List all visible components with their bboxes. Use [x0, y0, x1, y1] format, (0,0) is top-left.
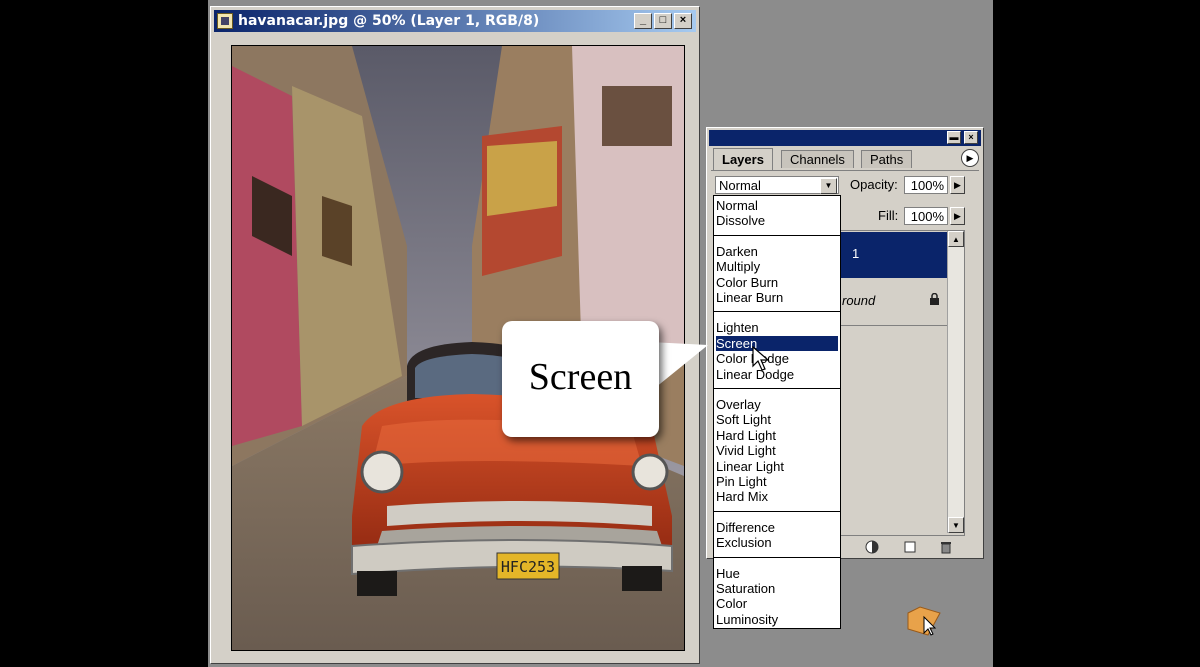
- folder-icon[interactable]: [906, 605, 942, 637]
- new-layer-icon[interactable]: [903, 540, 917, 554]
- blend-mode-option-hue[interactable]: Hue: [716, 566, 838, 581]
- blend-mode-option-overlay[interactable]: Overlay: [716, 397, 838, 412]
- menu-separator: [714, 388, 840, 389]
- opacity-label: Opacity:: [850, 177, 898, 192]
- document-title: havanacar.jpg @ 50% (Layer 1, RGB/8): [238, 13, 540, 29]
- opacity-field[interactable]: 100%: [904, 176, 948, 194]
- chevron-down-icon[interactable]: ▼: [820, 178, 837, 194]
- blend-mode-option-screen[interactable]: Screen: [716, 335, 838, 351]
- blend-mode-option-luminosity[interactable]: Luminosity: [716, 612, 838, 627]
- blend-mode-option-linear-light[interactable]: Linear Light: [716, 459, 838, 474]
- blend-mode-select[interactable]: Normal ▼: [715, 176, 839, 194]
- callout-box: Screen: [502, 321, 659, 437]
- maximize-button[interactable]: □: [654, 13, 672, 29]
- palette-minimize-button[interactable]: ▬: [947, 131, 961, 144]
- blend-mode-option-pin-light[interactable]: Pin Light: [716, 474, 838, 489]
- callout-pointer: [650, 342, 708, 392]
- tab-layers[interactable]: Layers: [713, 148, 773, 170]
- layer-list-scrollbar[interactable]: ▲ ▼: [947, 231, 964, 533]
- blend-mode-value: Normal: [719, 178, 761, 193]
- blend-mode-option-linear-dodge[interactable]: Linear Dodge: [716, 367, 838, 382]
- palette-menu-arrow-icon[interactable]: ▶: [961, 149, 979, 167]
- menu-separator: [714, 556, 840, 558]
- blend-mode-option-exclusion[interactable]: Exclusion: [716, 535, 838, 550]
- lock-icon: [930, 293, 939, 305]
- blend-mode-option-darken[interactable]: Darken: [716, 244, 838, 259]
- close-button[interactable]: ×: [674, 13, 692, 29]
- blend-mode-option-difference[interactable]: Difference: [716, 520, 838, 535]
- blend-mode-option-soft-light[interactable]: Soft Light: [716, 412, 838, 427]
- fill-field[interactable]: 100%: [904, 207, 948, 225]
- palette-close-button[interactable]: ×: [964, 131, 978, 144]
- palette-titlebar[interactable]: ▬ ×: [709, 130, 981, 146]
- tab-paths[interactable]: Paths: [861, 150, 913, 168]
- blend-mode-option-vivid-light[interactable]: Vivid Light: [716, 443, 838, 458]
- license-plate-text: HFC253: [501, 558, 555, 576]
- blend-mode-option-hard-mix[interactable]: Hard Mix: [716, 489, 838, 504]
- blend-mode-option-linear-burn[interactable]: Linear Burn: [716, 290, 838, 305]
- callout-text: Screen: [528, 356, 633, 398]
- blend-mode-option-color[interactable]: Color: [716, 596, 838, 611]
- menu-separator: [714, 311, 840, 313]
- adjustment-layer-icon[interactable]: [865, 540, 879, 554]
- menu-separator: [714, 234, 840, 236]
- opacity-slider-arrow-icon[interactable]: ▶: [950, 176, 965, 194]
- trash-icon[interactable]: [939, 540, 953, 554]
- tab-channels[interactable]: Channels: [781, 150, 854, 168]
- fill-label: Fill:: [878, 208, 899, 223]
- fill-slider-arrow-icon[interactable]: ▶: [950, 207, 965, 225]
- blend-mode-option-color-burn[interactable]: Color Burn: [716, 275, 838, 290]
- palette-tabs: Layers Channels Paths: [711, 148, 979, 171]
- mouse-cursor-icon: [752, 346, 770, 371]
- blend-mode-option-saturation[interactable]: Saturation: [716, 581, 838, 596]
- blend-mode-option-normal[interactable]: Normal: [716, 198, 838, 213]
- menu-separator: [714, 510, 840, 512]
- blend-mode-option-dissolve[interactable]: Dissolve: [716, 213, 838, 228]
- blend-mode-option-hard-light[interactable]: Hard Light: [716, 428, 838, 443]
- blend-mode-dropdown-list: Normal Dissolve Darken Multiply Color Burn Li…: [713, 195, 841, 629]
- scroll-up-icon[interactable]: ▲: [948, 231, 964, 247]
- layer-name: 1: [852, 246, 860, 261]
- layer-name: round: [842, 293, 876, 308]
- blend-mode-option-multiply[interactable]: Multiply: [716, 259, 838, 274]
- blend-mode-option-color-dodge[interactable]: Color Dodge: [716, 351, 838, 366]
- document-titlebar[interactable]: havanacar.jpg @ 50% (Layer 1, RGB/8) _ □…: [214, 10, 696, 32]
- minimize-button[interactable]: _: [634, 13, 652, 29]
- image-file-icon: [217, 13, 233, 29]
- scroll-down-icon[interactable]: ▼: [948, 517, 964, 533]
- blend-mode-option-lighten[interactable]: Lighten: [716, 320, 838, 335]
